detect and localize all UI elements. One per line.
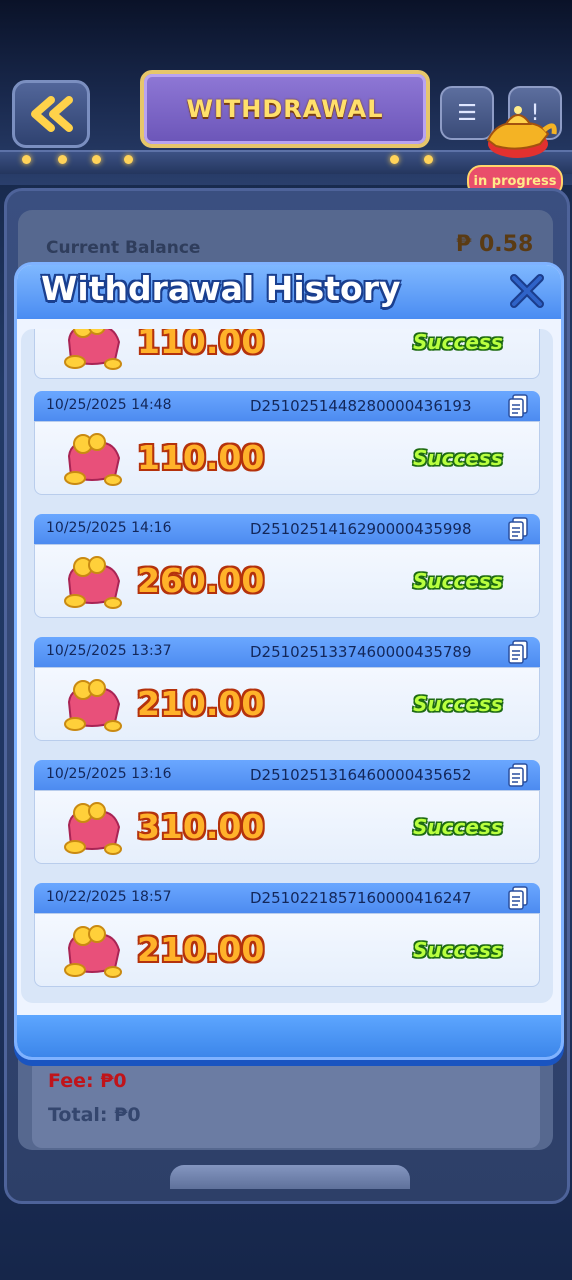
record-date: 10/25/2025 14:16: [46, 520, 172, 536]
withdrawal-status: Success: [413, 938, 503, 962]
rail-light: [124, 155, 133, 164]
withdrawal-amount: 260.00: [137, 561, 265, 600]
record-date: 10/22/2025 18:57: [46, 889, 172, 905]
record-date: 10/25/2025 13:37: [46, 643, 172, 659]
current-balance-value: ₱ 0.58: [456, 232, 534, 257]
history-record-header: 10/25/2025 14:16 D2510251416290000435998: [34, 514, 540, 544]
withdrawal-status: Success: [413, 815, 503, 839]
close-icon: [510, 274, 544, 308]
history-list[interactable]: 110.00 Success 10/25/2025 14:48 D2510251…: [21, 329, 553, 1003]
copy-icon[interactable]: [508, 763, 528, 787]
page-title-plate: WITHDRAWAL: [140, 70, 430, 148]
fee-text: Fee: ₱0: [48, 1070, 127, 1092]
record-date: 10/25/2025 14:48: [46, 397, 172, 413]
modal-title: Withdrawal History: [41, 269, 401, 308]
close-button[interactable]: [505, 269, 549, 313]
withdrawal-status: Success: [413, 569, 503, 593]
history-record: 260.00 Success: [34, 544, 540, 618]
list-icon: ☰: [457, 100, 477, 126]
record-id: D2510251316460000435652: [250, 766, 472, 784]
history-record-header: 10/25/2025 14:48 D2510251448280000436193: [34, 391, 540, 421]
current-balance-label: Current Balance: [46, 238, 201, 258]
withdrawal-amount: 310.00: [137, 807, 265, 846]
copy-icon[interactable]: [508, 517, 528, 541]
withdrawal-amount: 110.00: [137, 329, 265, 361]
rail-light: [390, 155, 399, 164]
double-chevron-left-icon: [31, 96, 73, 132]
rail-light: [92, 155, 101, 164]
copy-icon[interactable]: [508, 886, 528, 910]
record-id: D2510251448280000436193: [250, 397, 472, 415]
withdrawal-history-modal: Withdrawal History 110.00 Success 10/25/…: [14, 262, 564, 1060]
modal-footer-bar: [17, 1015, 561, 1057]
rail-light: [58, 155, 67, 164]
withdrawal-amount: 110.00: [137, 438, 265, 477]
record-date: 10/25/2025 13:16: [46, 766, 172, 782]
bottom-tab-handle: [170, 1165, 410, 1189]
coin-purse-icon: [64, 679, 122, 732]
withdrawal-amount: 210.00: [137, 930, 265, 969]
withdrawal-status: Success: [413, 330, 503, 354]
history-record-header: 10/25/2025 13:37 D2510251337460000435789: [34, 637, 540, 667]
history-record: 310.00 Success: [34, 790, 540, 864]
back-button[interactable]: [12, 80, 90, 148]
record-id: D2510251337460000435789: [250, 643, 472, 661]
copy-icon[interactable]: [508, 640, 528, 664]
magic-lamp-icon[interactable]: [478, 100, 558, 162]
withdrawal-amount: 210.00: [137, 684, 265, 723]
coin-purse-icon: [64, 433, 122, 486]
record-id: D2510251416290000435998: [250, 520, 472, 538]
history-record-header: 10/22/2025 18:57 D2510221857160000416247: [34, 883, 540, 913]
coin-purse-icon: [64, 329, 122, 370]
copy-icon[interactable]: [508, 394, 528, 418]
history-record: 110.00 Success: [34, 329, 540, 379]
history-record: 210.00 Success: [34, 667, 540, 741]
rail-light: [424, 155, 433, 164]
coin-purse-icon: [64, 556, 122, 609]
record-id: D2510221857160000416247: [250, 889, 472, 907]
withdrawal-status: Success: [413, 692, 503, 716]
rail-light: [22, 155, 31, 164]
history-record: 110.00 Success: [34, 421, 540, 495]
withdrawal-status: Success: [413, 446, 503, 470]
history-record-header: 10/25/2025 13:16 D2510251316460000435652: [34, 760, 540, 790]
coin-purse-icon: [64, 925, 122, 978]
coin-purse-icon: [64, 802, 122, 855]
page-title: WITHDRAWAL: [186, 95, 384, 123]
total-text: Total: ₱0: [48, 1104, 141, 1126]
history-record: 210.00 Success: [34, 913, 540, 987]
